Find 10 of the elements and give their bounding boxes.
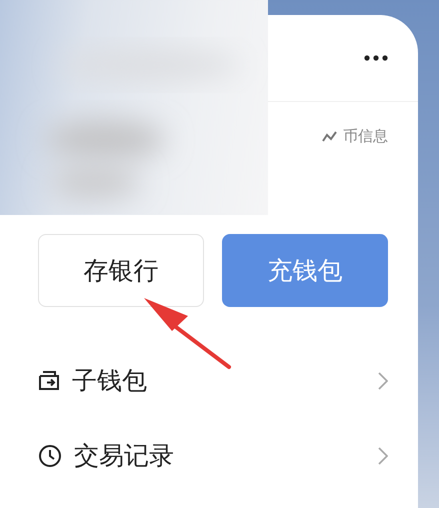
chevron-icon[interactable]	[378, 372, 388, 390]
coin-info-link[interactable]: 币信息	[343, 126, 388, 146]
line-chart-icon[interactable]	[322, 130, 338, 142]
chevron-icon[interactable]	[378, 446, 388, 464]
menu-item[interactable]: 交易记录	[74, 439, 366, 472]
clock-icon	[38, 444, 62, 468]
bank-button[interactable]: 存银行	[38, 234, 204, 307]
menu-item[interactable]: 子钱包	[72, 364, 366, 397]
more-icon[interactable]	[364, 55, 388, 61]
wallet-icon	[38, 370, 60, 392]
